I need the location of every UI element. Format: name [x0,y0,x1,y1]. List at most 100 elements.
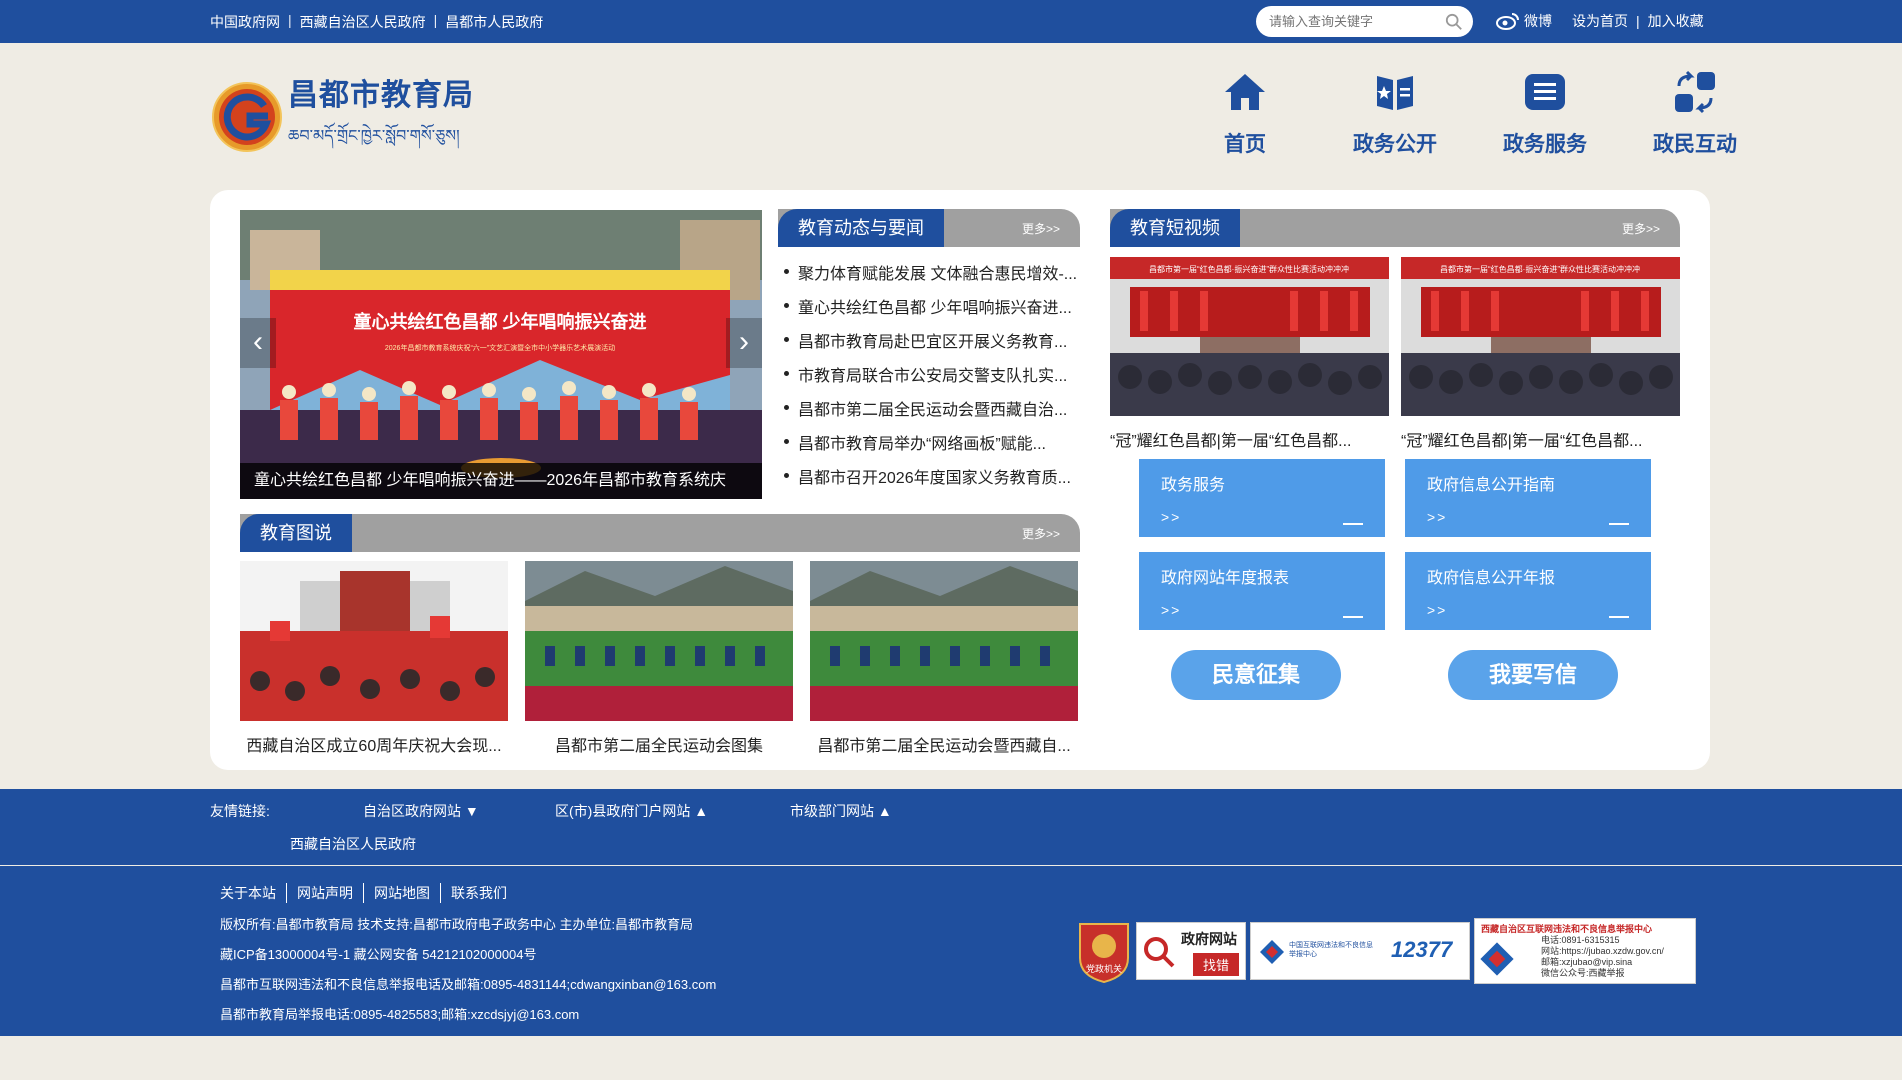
footer-link-statement[interactable]: 网站声明 [286,883,363,903]
service-tile-info-guide[interactable]: 政府信息公开指南 >> [1405,459,1651,537]
link-tibet-gov[interactable]: 西藏自治区人民政府 [300,12,426,32]
nav-interaction[interactable]: 政民互动 [1620,68,1770,158]
photo-card[interactable]: 西藏自治区成立60周年庆祝大会现... [240,561,508,756]
main-nav: 首页 政务公开 政务服务 政民互动 [1170,68,1770,158]
dropdown-label: 自治区政府网站 [363,803,461,819]
footer-badges: 党政机关 政府网站 找错 中国互联网违法和不良信息举报中心 12377 西藏自治… [1076,918,1696,984]
tibet-report-logo-icon [1480,942,1514,976]
news-item[interactable]: 昌都市教育局赴巴宜区开展义务教育... [782,328,1082,362]
photo-caption[interactable]: 西藏自治区成立60周年庆祝大会现... [240,732,508,756]
link-gov-cn[interactable]: 中国政府网 [210,12,280,32]
search-box [1256,6,1473,37]
favorite-link[interactable]: 加入收藏 [1648,11,1704,31]
footer-icp: 藏ICP备13000004号-1 藏公网安备 54212102000004号 [220,947,537,962]
footer-link-sitemap[interactable]: 网站地图 [363,883,440,903]
footer-link-contact[interactable]: 联系我们 [440,883,517,903]
top-links: 中国政府网 | 西藏自治区人民政府 | 昌都市人民政府 [210,12,543,32]
weibo-link[interactable]: 微博 [1496,11,1552,31]
news-item[interactable]: 童心共绘红色昌都 少年唱响振兴奋进... [782,294,1082,328]
tibet-report-title: 西藏自治区互联网违法和不良信息举报中心 [1481,924,1653,934]
nav-home[interactable]: 首页 [1170,68,1320,158]
news-item[interactable]: 昌都市教育局举办“网络画板”赋能... [782,430,1082,464]
china-report-badge[interactable]: 中国互联网违法和不良信息举报中心 12377 [1250,922,1470,980]
news-list: 聚力体育赋能发展 文体融合惠民增效-... 童心共绘红色昌都 少年唱响振兴奋进.… [782,260,1082,498]
tibet-report-site: 网站:https://jubao.xzdw.gov.cn/ [1541,946,1664,956]
news-section-header: 教育动态与要闻 更多>> [778,209,1080,247]
video-card[interactable]: 昌都市第一届“红色昌都·振兴奋进”群众性比赛活动冲冲冲 “冠”耀红色昌都|第一届… [1110,257,1389,451]
site-subtitle-tibetan: ཆབ་མདོ་གྲོང་ཁྱེར་སློབ་གསོ་ཅུས། [288,126,460,145]
nav-label: 政民互动 [1653,133,1737,156]
tibet-report-phone: 电话:0891-6315315 [1541,935,1620,945]
video-caption[interactable]: “冠”耀红色昌都|第一届“红色昌都... [1401,427,1680,451]
set-home-link[interactable]: 设为首页 [1572,11,1628,31]
photo-thumbnail [240,561,508,721]
dropdown-county-gov[interactable]: 区(市)县政府门户网站 ▲ [555,801,708,821]
photo-caption[interactable]: 昌都市第二届全民运动会图集 [525,732,793,756]
carousel-caption[interactable]: 童心共绘红色昌都 少年唱响振兴奋进——2026年昌都市教育系统庆 [240,463,762,499]
service-tile-title: 政府网站年度报表 [1161,570,1290,587]
separator: | [1636,13,1640,29]
search-input[interactable] [1269,14,1445,29]
photo-card[interactable]: 昌都市第二届全民运动会暨西藏自... [810,561,1078,756]
separator: | [433,12,438,28]
survey-button[interactable]: 民意征集 [1171,650,1341,700]
dropdown-region-gov[interactable]: 自治区政府网站 ▼ [363,801,479,821]
service-tile-arrow: >> [1427,509,1448,525]
report-logo-icon [1260,940,1284,964]
video-section-header: 教育短视频 更多>> [1110,209,1680,247]
site-title: 昌都市教育局 [288,79,474,112]
photo-caption[interactable]: 昌都市第二届全民运动会暨西藏自... [810,732,1078,756]
chevron-up-icon: ▲ [694,803,709,819]
news-more-link[interactable]: 更多>> [1022,220,1060,237]
nav-gov-affairs-open[interactable]: 政务公开 [1320,68,1470,158]
video-card[interactable]: 昌都市第一届“红色昌都·振兴奋进”群众性比赛活动冲冲冲 “冠”耀红色昌都|第一届… [1401,257,1680,451]
carousel-prev-button[interactable]: ‹ [240,318,276,368]
link-changdu-gov[interactable]: 昌都市人民政府 [445,12,543,32]
photo-more-link[interactable]: 更多>> [1022,525,1060,542]
footer-bureau-report: 昌都市教育局举报电话:0895-4825583;邮箱:xzcdsjyj@163.… [220,1007,580,1022]
book-icon [1377,76,1413,110]
service-tile-arrow: >> [1427,602,1448,618]
video-banner-text: 昌都市第一届“红色昌都·振兴奋进”群众性比赛活动冲冲冲 [1149,264,1349,274]
service-tile-info-annual-report[interactable]: 政府信息公开年报 >> [1405,552,1651,630]
service-tile-dash [1343,523,1363,525]
photo-list: 西藏自治区成立60周年庆祝大会现... 昌都市第二届全民运动会图集 昌都市第二届… [240,561,1078,756]
site-logo[interactable]: 昌都市教育局 ཆབ་མདོ་གྲོང་ཁྱེར་སློབ་གསོ་ཅུས། [210,70,474,163]
service-tile-gov-services[interactable]: 政务服务 >> [1139,459,1385,537]
exchange-icon [1675,70,1715,114]
chevron-up-icon: ▲ [877,803,892,819]
nav-gov-services[interactable]: 政务服务 [1470,68,1620,158]
news-item[interactable]: 昌都市第二届全民运动会暨西藏自治... [782,396,1082,430]
video-caption[interactable]: “冠”耀红色昌都|第一届“红色昌都... [1110,427,1389,451]
video-section-title[interactable]: 教育短视频 [1110,209,1240,247]
news-section-title[interactable]: 教育动态与要闻 [778,209,944,247]
banner-subtext: 2026年昌都市教育系统庆祝“六一”文艺汇演暨全市中小学器乐艺术展演活动 [385,343,615,352]
search-icon[interactable] [1445,13,1463,31]
banner-text: 童心共绘红色昌都 少年唱响振兴奋进 [354,311,647,332]
news-item[interactable]: 聚力体育赋能发展 文体融合惠民增效-... [782,260,1082,294]
photo-thumbnail [810,561,1078,721]
party-gov-badge[interactable]: 党政机关 [1076,918,1132,984]
video-thumbnail: 昌都市第一届“红色昌都·振兴奋进”群众性比赛活动冲冲冲 [1110,257,1389,416]
carousel-next-button[interactable]: › [726,318,762,368]
tibet-report-badge[interactable]: 西藏自治区互联网违法和不良信息举报中心 电话:0891-6315315 网站:h… [1474,918,1696,984]
dropdown-city-depts[interactable]: 市级部门网站 ▲ [790,801,892,821]
service-tile-arrow: >> [1161,602,1182,618]
photo-section-title[interactable]: 教育图说 [240,514,352,552]
link-tibet-people-gov[interactable]: 西藏自治区人民政府 [290,834,416,854]
list-icon [1525,74,1565,110]
footer-report-contact: 昌都市互联网违法和不良信息举报电话及邮箱:0895-4831144;cdwang… [220,977,717,992]
photo-card[interactable]: 昌都市第二届全民运动会图集 [525,561,793,756]
tibet-report-email: 邮箱:xzjubao@vip.sina [1541,957,1633,967]
news-item[interactable]: 昌都市召开2026年度国家义务教育质... [782,464,1082,498]
chevron-down-icon: ▼ [464,803,479,819]
footer-link-about[interactable]: 关于本站 [220,883,286,903]
friend-links-bar: 友情链接: 自治区政府网站 ▼ 区(市)县政府门户网站 ▲ 市级部门网站 ▲ 西… [0,789,1902,865]
service-tile-dash [1343,616,1363,618]
video-more-link[interactable]: 更多>> [1622,220,1660,237]
service-tile-annual-report-form[interactable]: 政府网站年度报表 >> [1139,552,1385,630]
write-letter-button[interactable]: 我要写信 [1448,650,1618,700]
news-carousel[interactable]: 童心共绘红色昌都 少年唱响振兴奋进 2026年昌都市教育系统庆祝“六一”文艺汇演… [240,210,762,499]
news-item[interactable]: 市教育局联合市公安局交警支队扎实... [782,362,1082,396]
gov-site-error-badge[interactable]: 政府网站 找错 [1136,922,1246,980]
